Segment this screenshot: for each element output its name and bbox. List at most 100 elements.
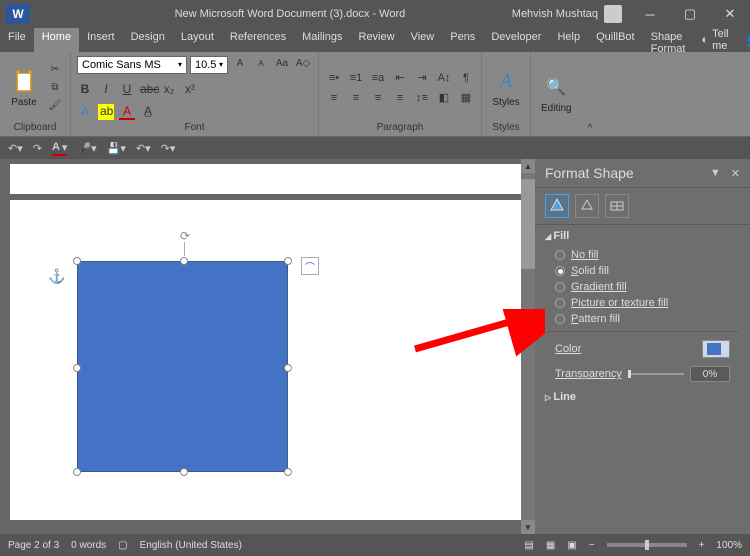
copy-button[interactable]: ⧉ xyxy=(46,80,64,96)
document-area[interactable]: ⚓ ⟳ ⌒ ▲ ▼ xyxy=(0,159,535,534)
superscript-button[interactable]: x² xyxy=(182,82,198,96)
pane-tab-size[interactable] xyxy=(605,194,629,218)
rotate-handle[interactable]: ⟳ xyxy=(179,230,191,242)
tab-mailings[interactable]: Mailings xyxy=(294,28,350,52)
document-page[interactable]: ⚓ ⟳ ⌒ xyxy=(10,200,525,520)
tab-design[interactable]: Design xyxy=(123,28,173,52)
zoom-slider[interactable] xyxy=(607,543,687,547)
web-layout-button[interactable]: ▣ xyxy=(567,540,576,551)
underline-button[interactable]: U xyxy=(119,82,135,96)
numbering-button[interactable]: ≡1 xyxy=(347,70,365,86)
resize-handle[interactable] xyxy=(73,468,81,476)
tab-insert[interactable]: Insert xyxy=(79,28,123,52)
radio-gradient-fill[interactable]: Gradient fill xyxy=(535,279,750,295)
resize-handle[interactable] xyxy=(284,468,292,476)
justify-button[interactable]: ≡ xyxy=(391,90,409,106)
tab-shape-format[interactable]: Shape Format xyxy=(643,28,694,52)
radio-pattern-fill[interactable]: Pattern fill xyxy=(535,311,750,327)
save-qat[interactable]: 💾▾ xyxy=(107,142,126,155)
layout-options-button[interactable]: ⌒ xyxy=(301,257,319,275)
zoom-level[interactable]: 100% xyxy=(716,540,742,551)
highlight-button[interactable]: ab xyxy=(98,104,114,120)
user-block[interactable]: Mehvish Mushtaq xyxy=(504,5,630,23)
decrease-indent-button[interactable]: ⇤ xyxy=(391,70,409,86)
line-section-header[interactable]: Line xyxy=(535,386,750,408)
undo-button[interactable]: ↶▾ xyxy=(8,142,23,155)
paste-button[interactable]: Paste xyxy=(6,63,42,112)
rectangle-shape[interactable] xyxy=(77,261,288,472)
resize-handle[interactable] xyxy=(180,257,188,265)
resize-handle[interactable] xyxy=(284,257,292,265)
scroll-up-button[interactable]: ▲ xyxy=(521,159,535,173)
zoom-out-button[interactable]: − xyxy=(589,540,595,551)
voice-qat[interactable]: 🎤▾ xyxy=(77,142,96,155)
radio-solid-fill[interactable]: Solid fill xyxy=(535,263,750,279)
bullets-button[interactable]: ≡• xyxy=(325,70,343,86)
bold-button[interactable]: B xyxy=(77,82,93,96)
format-painter-button[interactable]: 🖌 xyxy=(46,98,64,114)
tab-quillbot[interactable]: QuillBot xyxy=(588,28,643,52)
line-spacing-button[interactable]: ↕≡ xyxy=(413,90,431,106)
resize-handle[interactable] xyxy=(73,364,81,372)
decrease-font-button[interactable]: A xyxy=(252,56,270,72)
shading-button[interactable]: ◧ xyxy=(435,90,453,106)
page-indicator[interactable]: Page 2 of 3 xyxy=(8,540,59,551)
styles-button[interactable]: A Styles xyxy=(488,63,524,112)
print-layout-button[interactable]: ▦ xyxy=(546,540,555,551)
radio-no-fill[interactable]: No fill xyxy=(535,247,750,263)
show-marks-button[interactable]: ¶ xyxy=(457,70,475,86)
tab-file[interactable]: File xyxy=(0,28,34,52)
font-name-dropdown[interactable]: Comic Sans MS▾ xyxy=(77,56,187,74)
collapse-ribbon-button[interactable]: ^ xyxy=(582,121,599,136)
change-case-button[interactable]: Aa xyxy=(273,56,291,72)
scroll-thumb[interactable] xyxy=(521,179,535,269)
increase-font-button[interactable]: A xyxy=(231,56,249,72)
minimize-button[interactable]: ─ xyxy=(630,0,670,28)
redo-button[interactable]: ↷ xyxy=(33,142,42,155)
scroll-down-button[interactable]: ▼ xyxy=(521,520,535,534)
align-left-button[interactable]: ≡ xyxy=(325,90,343,106)
vertical-scrollbar[interactable]: ▲ ▼ xyxy=(521,159,535,534)
tab-view[interactable]: View xyxy=(403,28,443,52)
tab-references[interactable]: References xyxy=(222,28,294,52)
tab-home[interactable]: Home xyxy=(34,28,79,52)
multilevel-button[interactable]: ≡a xyxy=(369,70,387,86)
tab-developer[interactable]: Developer xyxy=(483,28,549,52)
share-button[interactable]: 👤 Share xyxy=(737,28,750,52)
sort-button[interactable]: A↕ xyxy=(435,70,453,86)
transparency-field[interactable]: 0% xyxy=(690,366,730,382)
spellcheck-icon[interactable]: ▢ xyxy=(118,540,127,551)
radio-picture-texture-fill[interactable]: Picture or texture fill xyxy=(535,295,750,311)
borders-button[interactable]: ▦ xyxy=(457,90,475,106)
align-right-button[interactable]: ≡ xyxy=(369,90,387,106)
maximize-button[interactable]: ▢ xyxy=(670,0,710,28)
language-indicator[interactable]: English (United States) xyxy=(140,540,242,551)
selected-shape[interactable]: ⟳ ⌒ xyxy=(70,254,295,479)
align-center-button[interactable]: ≡ xyxy=(347,90,365,106)
font-size-dropdown[interactable]: 10.5▾ xyxy=(190,56,228,74)
resize-handle[interactable] xyxy=(73,257,81,265)
close-button[interactable]: ✕ xyxy=(710,0,750,28)
cut-button[interactable]: ✂ xyxy=(46,62,64,78)
subscript-button[interactable]: x₂ xyxy=(161,82,177,96)
strikethrough-button[interactable]: abc xyxy=(140,82,156,96)
tab-review[interactable]: Review xyxy=(351,28,403,52)
clear-formatting-button[interactable]: A◇ xyxy=(294,56,312,72)
zoom-in-button[interactable]: + xyxy=(699,540,705,551)
text-border-button[interactable]: A̲ xyxy=(140,104,156,120)
resize-handle[interactable] xyxy=(180,468,188,476)
word-count[interactable]: 0 words xyxy=(71,540,106,551)
font-color-qat[interactable]: A▾ xyxy=(52,141,67,156)
font-color-button[interactable]: A xyxy=(119,104,135,120)
fill-color-picker[interactable]: ▾ xyxy=(702,340,730,358)
increase-indent-button[interactable]: ⇥ xyxy=(413,70,431,86)
tab-pens[interactable]: Pens xyxy=(442,28,483,52)
redo2-qat[interactable]: ↷▾ xyxy=(161,142,176,155)
fill-section-header[interactable]: Fill xyxy=(535,225,750,247)
undo2-qat[interactable]: ↶▾ xyxy=(136,142,151,155)
pane-tab-fill-line[interactable] xyxy=(545,194,569,218)
transparency-slider[interactable] xyxy=(628,368,684,380)
read-mode-button[interactable]: ▤ xyxy=(524,540,533,551)
pane-close-button[interactable]: ✕ xyxy=(731,167,740,180)
editing-button[interactable]: 🔍 Editing xyxy=(537,69,576,118)
